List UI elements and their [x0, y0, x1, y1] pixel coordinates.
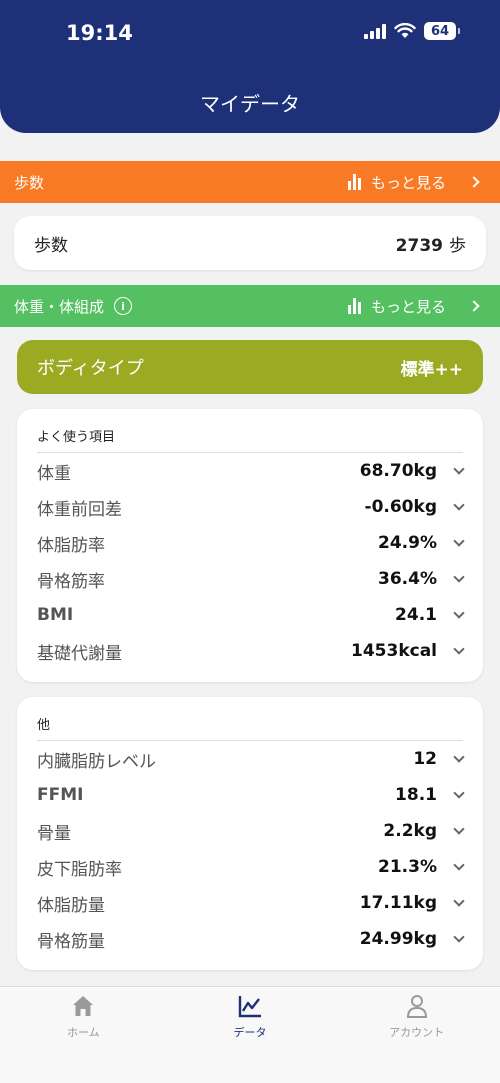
wifi-icon [394, 23, 416, 38]
status-time: 19:14 [66, 21, 133, 45]
metric-row[interactable]: 骨格筋率 36.4% [37, 561, 465, 597]
body-more-link[interactable]: もっと見る [347, 296, 480, 317]
metric-row[interactable]: 骨格筋量 24.99kg [37, 921, 465, 957]
bar-chart-icon [347, 174, 361, 190]
home-icon [73, 996, 94, 1016]
metric-label: 内臓脂肪レベル [37, 751, 156, 772]
steps-more-link[interactable]: もっと見る [347, 172, 480, 193]
metric-label: 骨格筋量 [37, 931, 105, 952]
metric-label: FFMI [37, 785, 84, 805]
metric-label: 基礎代謝量 [37, 643, 122, 664]
frequent-items-card: よく使う項目 体重 68.70kg 体重前回差 -0.60kg 体脂肪率 24.9% … [17, 409, 483, 682]
frequent-items-title: よく使う項目 [37, 409, 463, 453]
metric-value: -0.60kg [364, 497, 437, 517]
metric-value: 68.70kg [359, 461, 437, 481]
body-more-label: もっと見る [370, 297, 446, 316]
bar-chart-icon [347, 298, 361, 314]
status-icons: 64 [364, 22, 460, 40]
steps-count: 2739 [395, 235, 443, 256]
chevron-down-icon[interactable] [453, 571, 465, 583]
metric-value: 36.4% [378, 569, 437, 589]
metric-value: 17.11kg [359, 893, 437, 913]
metric-label: 体重前回差 [37, 499, 122, 520]
signal-icon [364, 23, 386, 39]
metric-value: 24.99kg [359, 929, 437, 949]
metric-row[interactable]: 体脂肪率 24.9% [37, 525, 465, 561]
chevron-down-icon[interactable] [453, 463, 465, 475]
chevron-down-icon[interactable] [453, 499, 465, 511]
steps-card-value: 2739 歩 [396, 231, 466, 256]
chevron-down-icon[interactable] [453, 643, 465, 655]
battery-icon: 64 [424, 22, 460, 40]
chevron-down-icon[interactable] [453, 535, 465, 547]
metric-row[interactable]: BMI 24.1 [37, 597, 465, 633]
steps-unit: 歩 [449, 235, 466, 256]
page-title: マイデータ [200, 92, 300, 116]
metric-label: 体重 [37, 463, 71, 484]
tab-bar: ホーム データ アカウント [0, 986, 500, 1083]
chevron-down-icon[interactable] [453, 931, 465, 943]
metric-value: 18.1 [395, 785, 437, 805]
steps-card-label: 歩数 [34, 235, 68, 256]
metric-row[interactable]: 体重前回差 -0.60kg [37, 489, 465, 525]
chevron-right-icon [468, 300, 480, 312]
tab-data[interactable]: データ [167, 987, 334, 1083]
chevron-right-icon [468, 176, 480, 188]
chevron-down-icon[interactable] [453, 751, 465, 763]
body-section-bar[interactable]: 体重・体組成 i もっと見る [0, 285, 500, 327]
metric-row[interactable]: 体重 68.70kg [37, 453, 465, 489]
chevron-down-icon[interactable] [453, 859, 465, 871]
chevron-down-icon[interactable] [453, 895, 465, 907]
person-icon [406, 995, 427, 1018]
steps-card[interactable]: 歩数 2739 歩 [14, 216, 486, 270]
tab-home-label: ホーム [67, 1026, 100, 1039]
steps-section-bar[interactable]: 歩数 もっと見る [0, 161, 500, 203]
metric-value: 2.2kg [383, 821, 437, 841]
metric-label: 体脂肪量 [37, 895, 105, 916]
body-type-label: ボディタイプ [37, 358, 144, 379]
metric-label: 体脂肪率 [37, 535, 105, 556]
metric-value: 1453kcal [351, 641, 437, 661]
chevron-down-icon[interactable] [453, 823, 465, 835]
metric-value: 24.9% [378, 533, 437, 553]
metric-row[interactable]: 体脂肪量 17.11kg [37, 885, 465, 921]
steps-more-label: もっと見る [370, 173, 446, 192]
metric-value: 12 [413, 749, 437, 769]
metric-label: 骨格筋率 [37, 571, 105, 592]
tab-data-label: データ [233, 1026, 267, 1039]
tab-account[interactable]: アカウント [333, 987, 500, 1083]
metric-row[interactable]: 皮下脂肪率 21.3% [37, 849, 465, 885]
chevron-down-icon[interactable] [453, 787, 465, 799]
chevron-down-icon[interactable] [453, 607, 465, 619]
metric-label: BMI [37, 605, 74, 625]
metric-value: 21.3% [378, 857, 437, 877]
info-icon[interactable]: i [114, 297, 133, 315]
metric-row[interactable]: FFMI 18.1 [37, 777, 465, 813]
metric-row[interactable]: 骨量 2.2kg [37, 813, 465, 849]
other-items-title: 他 [37, 697, 463, 741]
other-items-card: 他 内臓脂肪レベル 12 FFMI 18.1 骨量 2.2kg 皮下脂肪率 21.3% … [17, 697, 483, 970]
tab-home[interactable]: ホーム [0, 987, 167, 1083]
body-type-value: 標準++ [400, 359, 464, 380]
body-type-banner[interactable]: ボディタイプ 標準++ [17, 340, 483, 394]
metric-row[interactable]: 内臓脂肪レベル 12 [37, 741, 465, 777]
metric-row[interactable]: 基礎代謝量 1453kcal [37, 633, 465, 669]
app-header: 19:14 64 マイデータ [0, 0, 500, 133]
metric-label: 皮下脂肪率 [37, 859, 122, 880]
metric-value: 24.1 [395, 605, 437, 625]
metric-label: 骨量 [37, 823, 71, 844]
chart-line-icon [238, 996, 261, 1018]
body-section-label: 体重・体組成 [14, 297, 105, 316]
tab-account-label: アカウント [389, 1026, 445, 1039]
steps-section-label: 歩数 [14, 173, 45, 192]
